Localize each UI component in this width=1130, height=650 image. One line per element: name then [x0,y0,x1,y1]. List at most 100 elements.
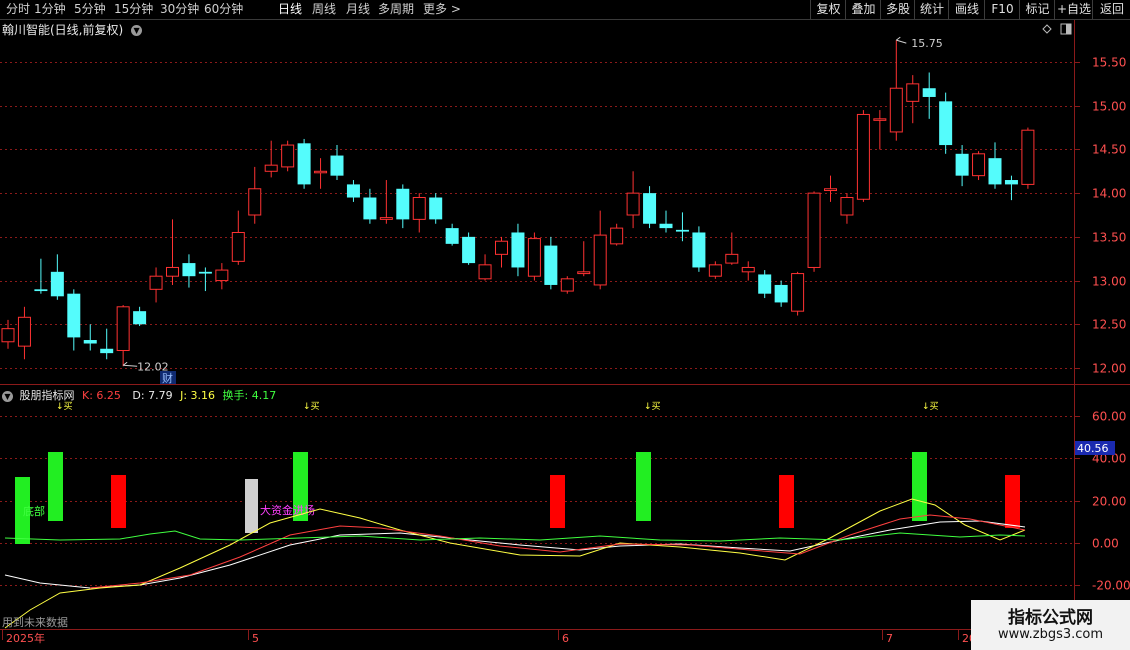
candle-body-up [478,264,492,280]
period-tab-7[interactable]: 周线 [312,1,336,18]
turnover-line [4,530,1026,542]
toolbar-button-8[interactable]: 返回 [1092,0,1130,19]
signal-bar [779,475,794,528]
price-axis-label: 13.50 [1092,231,1126,245]
candle-body-down [462,236,476,264]
watermark: 指标公式网 www.zbgs3.com [971,600,1130,650]
period-tab-3[interactable]: 15分钟 [114,1,153,18]
candle-body-down [182,263,196,277]
signal-bar [48,452,63,521]
indicator-name: 股朋指标网 [19,389,75,402]
period-tab-9[interactable]: 多周期 [378,1,414,18]
candle-body-up [248,188,262,216]
candle-body-down [67,293,81,338]
candle-body-down [396,188,410,220]
candle-body-up [807,192,821,268]
j-value: J: 3.16 [180,389,216,402]
toolbar-button-1[interactable]: 叠加 [845,0,881,19]
date-label: 6 [562,632,569,645]
price-axis-label: 12.00 [1092,362,1126,376]
indicator-header: ▼ 股朋指标网 K: 6.25 D: 7.79 J: 3.16 换手: 4.17 [2,387,277,402]
price-axis-label: 12.50 [1092,318,1126,332]
candle-body-up [1021,129,1035,185]
signal-bar [293,452,308,521]
turnover-value: 换手: 4.17 [222,389,277,402]
period-tab-8[interactable]: 月线 [346,1,370,18]
watermark-url: www.zbgs3.com [997,627,1104,642]
candle-body-up [906,83,920,102]
candle-body-down [198,271,212,274]
signal-bar [111,475,126,528]
period-tab-6[interactable]: 日线 [278,1,302,18]
high-price-label: 15.75 [911,37,943,50]
period-tab-1[interactable]: 1分钟 [34,1,66,18]
panel-toggle-icon-fill [1066,24,1071,34]
toolbar-button-3[interactable]: 统计 [914,0,949,19]
buy-marker: ↓买 [922,401,939,412]
candle-body-down [511,232,525,268]
period-tab-2[interactable]: 5分钟 [74,1,106,18]
diamond-icon [1042,24,1052,34]
candle-body-up [856,113,870,200]
candle-body-down [692,232,706,268]
circle-chevron-down-icon[interactable]: ▼ [131,25,143,36]
period-tab-4[interactable]: 30分钟 [160,1,199,18]
price-axis-label: 14.50 [1092,143,1126,157]
candle-body-up [741,266,755,273]
k-value: K: 6.25 [82,389,121,402]
candle-body-up [626,192,640,216]
signal-bar [1005,475,1020,528]
candle-body-up [889,87,903,133]
period-tab-10[interactable]: 更多 > [423,1,461,18]
toolbar-button-7[interactable]: +自选 [1054,0,1093,19]
toolbar-button-4[interactable]: 画线 [948,0,985,19]
watermark-title: 指标公式网 [1008,608,1093,628]
price-axis-label: 14.00 [1092,187,1126,201]
candle-body-down [50,271,64,297]
candle-body-down [429,197,443,220]
price-axis-label: 13.00 [1092,275,1126,289]
candle-body-up [527,238,541,277]
signal-bar [636,452,651,521]
candle-body-down [643,193,657,224]
finance-marker: 财 [162,371,173,385]
panel-toggle-icon [1060,23,1072,35]
candle-body-up [264,164,278,172]
candle-body-down [758,274,772,294]
candle-body-up [610,227,624,245]
signal-bar [245,479,258,533]
candle-body-down [544,245,558,285]
candle-body-down [100,348,114,354]
low-arrow-icon [122,361,138,367]
stock-name: 翰川智能(日线,前复权) [2,23,124,37]
indicator-axis-label: 40.00 [1092,452,1126,466]
future-data-note: 用到未来数据 [2,616,68,629]
period-tab-5[interactable]: 60分钟 [204,1,243,18]
j-line [89,514,1026,589]
buy-marker: ↓买 [303,401,320,412]
circle-chevron-down-icon[interactable]: ▼ [2,390,13,402]
current-value-box [1075,441,1115,455]
candle-body-up [824,188,837,192]
toolbar-button-2[interactable]: 多股 [880,0,915,19]
candle-body-down [34,289,48,292]
kline-chart[interactable]: 15.50 15.00 14.50 14.00 13.50 13.00 12.50 12.00… [0,0,1130,650]
date-label: 2025年 [6,631,45,645]
period-tab-0[interactable]: 分时 [6,1,30,18]
toolbar-button-6[interactable]: 标记 [1019,0,1055,19]
toolbar-button-5[interactable]: F10 [984,0,1020,19]
candle-body-up [149,275,163,290]
candle-body-up [873,118,887,121]
bottom-signal-text: 底部 [23,504,45,518]
high-arrow-icon [896,36,907,44]
candle-body-down [774,284,788,303]
indicator-axis-label: 60.00 [1092,410,1126,424]
candle-body-up [231,231,245,262]
low-price-label: 12.02 [137,360,169,373]
d-value: D: 7.79 [132,389,173,402]
chart-title: 翰川智能(日线,前复权) ▼ [2,21,143,37]
toolbar-button-0[interactable]: 复权 [810,0,846,19]
candle-body-up [577,271,591,275]
candle-body-up [560,278,574,292]
candle-body-up [116,306,130,352]
